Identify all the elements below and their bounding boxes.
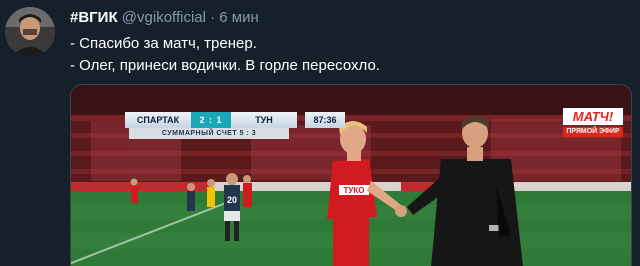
author-name[interactable]: #ВГИК [70, 9, 118, 26]
tweet-timestamp[interactable]: 6 мин [219, 9, 259, 26]
match-clock: 87:36 [305, 112, 345, 128]
avatar-photo [5, 7, 55, 57]
tweet-text-line-2: - Олег, принеси водички. В горле пересох… [70, 57, 380, 74]
header-separator: · [210, 9, 216, 26]
broadcaster-logo: МАТЧ! ПРЯМОЙ ЭФИР [563, 108, 623, 137]
player-number: 20 [227, 195, 237, 205]
live-badge: ПРЯМОЙ ЭФИР [563, 127, 623, 137]
broadcaster-name: МАТЧ! [563, 108, 623, 125]
away-team-name: ТУН [231, 112, 297, 128]
author-handle[interactable]: @vgikofficial [122, 9, 206, 26]
tweet-text-line-1: - Спасибо за матч, тренер. [70, 35, 257, 52]
home-team-name: СПАРТАК [125, 112, 191, 128]
scoreboard: СПАРТАК 2 : 1 ТУН 87:36 [125, 112, 345, 128]
aggregate-score: СУММАРНЫЙ СЧЕТ 5 : 3 [129, 128, 289, 139]
tweet-media-image[interactable]: ТУКО 20 СПАРТАК 2 : 1 ТУН 87:36 СУММАРНЫЙ… [70, 84, 632, 266]
tweet-header: #ВГИК @vgikofficial · 6 мин [70, 9, 259, 26]
jersey-sponsor: ТУКО [344, 186, 365, 195]
match-score: 2 : 1 [191, 112, 231, 128]
author-avatar[interactable] [5, 7, 55, 57]
